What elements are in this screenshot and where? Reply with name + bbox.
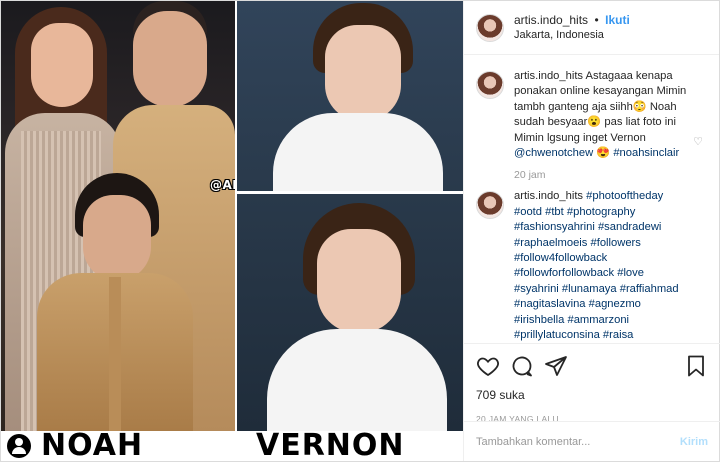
figure-boy [37, 173, 193, 431]
post-sidebar: artis.indo_hits • Ikuti Jakarta, Indones… [463, 1, 720, 461]
comment-emoji: 😍 [596, 147, 611, 160]
caption-comment: artis.indo_hits Astagaaa kenapa ponakan … [476, 69, 710, 181]
photo-vernon [237, 1, 463, 431]
photo-noah-family: @ARTIS.INDO_HITS [1, 1, 235, 431]
share-icon[interactable] [544, 354, 568, 378]
comment-username[interactable]: artis.indo_hits [514, 70, 583, 82]
likes-count[interactable]: 709 suka [476, 388, 708, 402]
comment-time[interactable]: 20 jam [514, 169, 700, 181]
figure-vernon-top [273, 1, 443, 191]
comment-icon[interactable] [510, 354, 534, 378]
hashtag-comment: artis.indo_hits #photooftheday #ootd #tb… [476, 189, 710, 343]
header-username[interactable]: artis.indo_hits [514, 13, 588, 27]
hashtag-link[interactable]: #noahsinclair [613, 147, 679, 159]
add-comment-bar: Kirim [464, 421, 720, 461]
post-header: artis.indo_hits • Ikuti Jakarta, Indones… [464, 1, 719, 55]
caption-noah: NOAH [41, 428, 144, 461]
photo-divider [237, 191, 463, 194]
location-link[interactable]: Jakarta, Indonesia [514, 28, 630, 43]
mention-link[interactable]: @chwenotchew [514, 147, 593, 159]
caption-bar: NOAH VERNON [1, 431, 463, 461]
post-actions: 709 suka 20 JAM YANG LALU [464, 343, 720, 424]
header-separator: • [594, 13, 599, 27]
comment-like-heart-icon[interactable]: ♡ [693, 135, 703, 148]
bookmark-icon[interactable] [684, 354, 708, 378]
caption-vernon: VERNON [256, 428, 405, 461]
comment-input[interactable] [476, 435, 680, 448]
user-icon [7, 434, 31, 458]
send-button[interactable]: Kirim [680, 436, 708, 448]
post-image[interactable]: @ARTIS.INDO_HITS NOAH VERNON [1, 1, 463, 461]
avatar[interactable] [476, 71, 504, 99]
watermark-text: @ARTIS.INDO_HITS [210, 178, 235, 192]
follow-button[interactable]: Ikuti [605, 13, 630, 27]
figure-vernon-bottom [267, 195, 447, 431]
instagram-post-frame: @ARTIS.INDO_HITS NOAH VERNON [0, 0, 720, 462]
avatar[interactable] [476, 191, 504, 220]
heart-icon[interactable] [476, 354, 500, 378]
comment-username[interactable]: artis.indo_hits [514, 190, 583, 202]
comments-list[interactable]: artis.indo_hits Astagaaa kenapa ponakan … [464, 61, 720, 343]
avatar[interactable] [476, 13, 504, 42]
hashtags-text[interactable]: #photooftheday #ootd #tbt #photography #… [514, 190, 679, 343]
